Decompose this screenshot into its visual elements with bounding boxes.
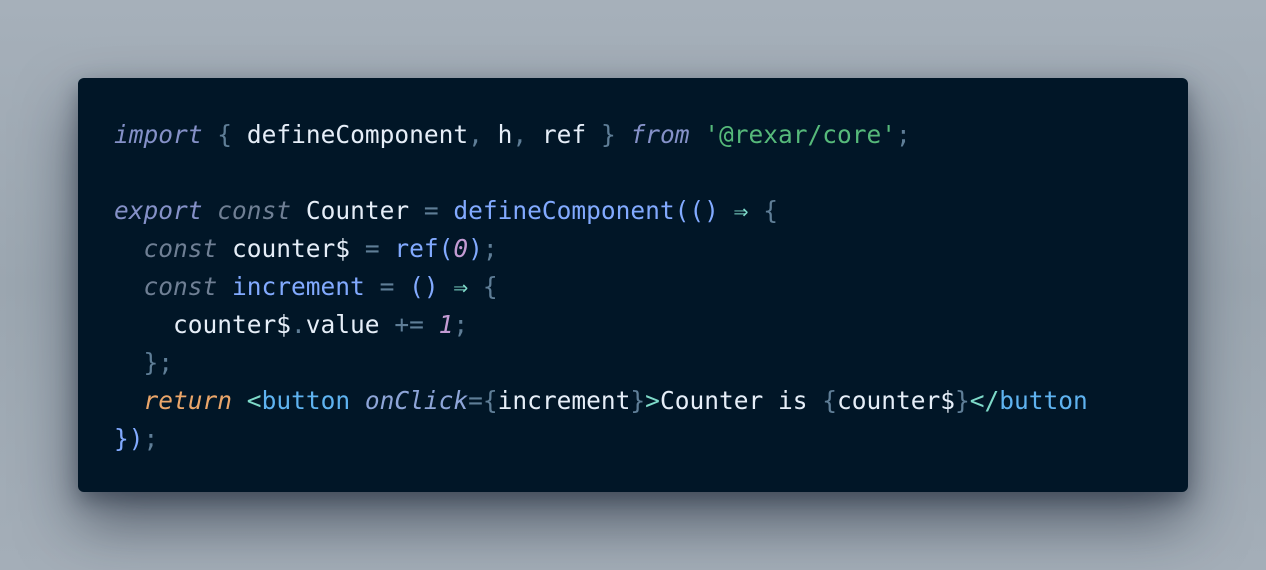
- code-token: Counter is: [659, 386, 823, 415]
- code-token: ;: [143, 424, 159, 453]
- code-token: (): [409, 272, 439, 301]
- code-token: increment: [232, 272, 365, 301]
- code-token: counter$: [836, 386, 955, 415]
- code-token: ⇒: [733, 196, 749, 225]
- code-token: Counter: [305, 196, 410, 225]
- code-token: {: [822, 386, 837, 415]
- code-token: {: [217, 120, 233, 149]
- code-token: counter$: [173, 310, 292, 339]
- code-line: const increment = () ⇒ {: [114, 268, 1188, 306]
- code-token: defineComponent: [246, 120, 469, 149]
- code-token: ;: [896, 120, 911, 149]
- code-token: button: [261, 386, 351, 415]
- code-token: ,: [512, 120, 528, 149]
- code-token: =: [379, 272, 395, 301]
- code-token: =: [364, 234, 380, 263]
- code-window: import { defineComponent, h, ref } from …: [78, 78, 1188, 492]
- code-token: ;: [453, 310, 469, 339]
- code-token: .: [291, 310, 306, 339]
- code-token: '@rexar/core': [704, 120, 897, 149]
- code-token: +=: [394, 310, 424, 339]
- code-token: }: [954, 386, 970, 415]
- code-token: 1: [438, 310, 454, 339]
- code-line: import { defineComponent, h, ref } from …: [114, 116, 1188, 154]
- code-token: ,: [468, 120, 483, 149]
- code-token: }: [630, 386, 646, 415]
- code-token: {: [763, 196, 778, 225]
- code-token: h: [497, 120, 513, 149]
- code-token: {: [482, 272, 498, 301]
- code-token: return: [143, 386, 233, 415]
- code-line: counter$.value += 1;: [114, 306, 1188, 344]
- code-line: return <button onClick={increment}>Count…: [114, 382, 1188, 420]
- code-token: ): [468, 234, 483, 263]
- code-token: counter$: [232, 234, 351, 263]
- code-block: import { defineComponent, h, ref } from …: [114, 116, 1188, 458]
- code-token: ;: [482, 234, 498, 263]
- code-token: =: [423, 196, 439, 225]
- code-line: export const Counter = defineComponent((…: [114, 192, 1188, 230]
- code-token: defineComponent: [453, 196, 675, 225]
- code-token: increment: [497, 386, 631, 415]
- code-token: {: [482, 386, 498, 415]
- code-token: };: [143, 348, 174, 377]
- code-line: const counter$ = ref(0);: [114, 230, 1188, 268]
- code-token: ref(: [394, 234, 454, 263]
- code-token: >: [645, 386, 660, 415]
- code-token: }: [600, 120, 616, 149]
- code-token: ((): [674, 196, 734, 225]
- code-token: export: [114, 196, 203, 225]
- code-token: from: [630, 120, 690, 149]
- code-token: button: [999, 386, 1088, 415]
- code-token: </: [969, 386, 1000, 415]
- code-token: ref: [541, 120, 587, 149]
- code-token: value: [305, 310, 380, 339]
- code-token: 0: [453, 234, 469, 263]
- code-token: const: [143, 272, 218, 301]
- code-token: ⇒: [453, 272, 469, 301]
- code-token: =: [468, 386, 483, 415]
- code-token: onClick: [364, 386, 469, 415]
- code-line: };: [114, 344, 1188, 382]
- code-token: import: [114, 120, 203, 149]
- code-line: });: [114, 420, 1188, 458]
- code-token: const: [143, 234, 218, 263]
- code-token: <: [246, 386, 262, 415]
- code-token: }): [114, 424, 144, 453]
- code-token: const: [217, 196, 292, 225]
